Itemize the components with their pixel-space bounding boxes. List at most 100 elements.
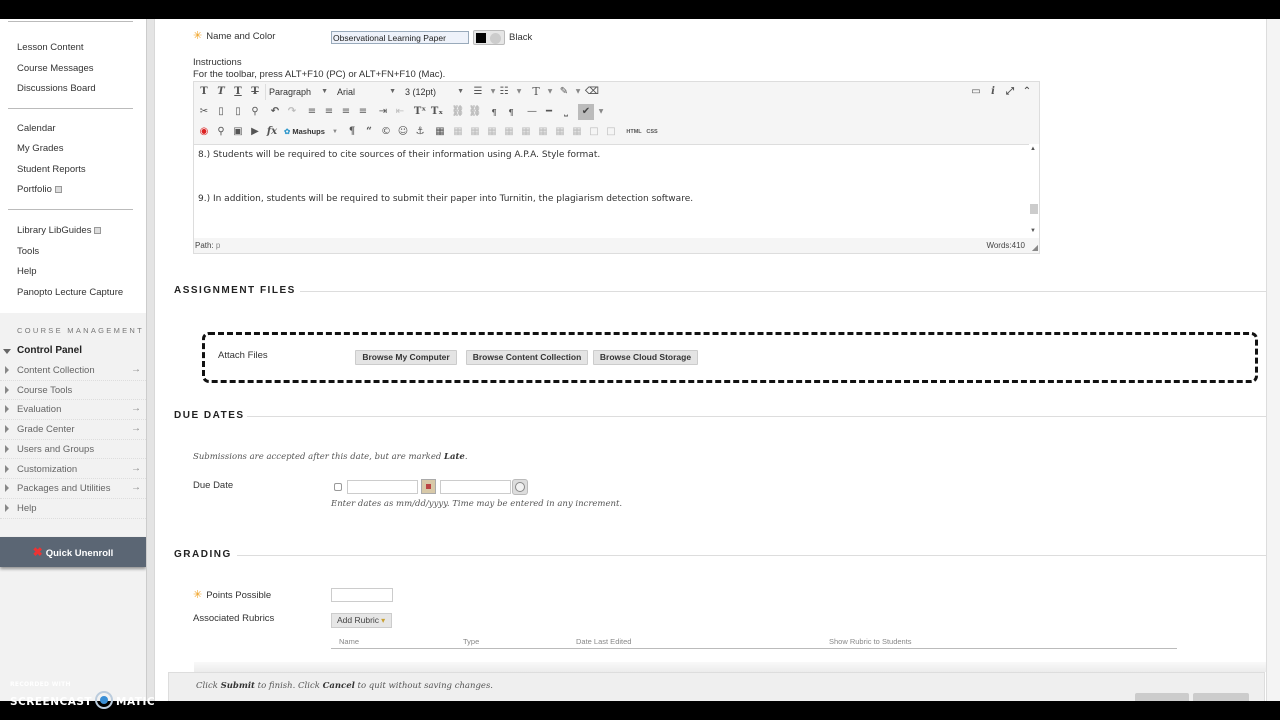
undo-icon[interactable]: ↶ bbox=[267, 104, 283, 120]
rubric-col-type[interactable]: Type bbox=[463, 637, 479, 646]
eraser-icon[interactable]: ⌫ bbox=[584, 84, 600, 100]
align-left-icon[interactable]: ≡ bbox=[304, 104, 320, 120]
paragraph-mark-icon[interactable]: ¶ bbox=[344, 124, 360, 140]
justify-icon[interactable]: ≡ bbox=[355, 104, 371, 120]
rubric-col-name[interactable]: Name bbox=[339, 637, 359, 646]
fullscreen-icon[interactable]: ⤢ bbox=[1002, 84, 1018, 100]
browse-cloud-storage-button[interactable]: Browse Cloud Storage bbox=[593, 350, 698, 365]
rtl-icon[interactable]: ¶ bbox=[503, 104, 519, 120]
align-center-icon[interactable]: ≡ bbox=[321, 104, 337, 120]
arrow-right-icon[interactable]: → bbox=[131, 423, 141, 434]
unlink-icon[interactable]: ⛓ bbox=[467, 104, 483, 120]
nav-library-libguides[interactable]: Library LibGuides bbox=[17, 225, 102, 236]
collapse-toolbar-icon[interactable]: ⌃ bbox=[1019, 84, 1035, 100]
caret-icon[interactable]: ▼ bbox=[511, 84, 527, 100]
copy-icon[interactable]: ▯ bbox=[213, 104, 229, 120]
anchor-icon[interactable]: ⚓ bbox=[412, 124, 428, 140]
subscript-icon[interactable]: Tₓ bbox=[429, 104, 445, 120]
name-input[interactable] bbox=[331, 31, 469, 44]
cm-item-customization[interactable]: Customization → bbox=[0, 460, 146, 480]
strikethrough-icon[interactable]: T bbox=[247, 84, 263, 100]
emoticon-icon[interactable]: ☺ bbox=[395, 124, 411, 140]
arrow-right-icon[interactable]: → bbox=[131, 364, 141, 375]
indent-icon[interactable]: ⇥ bbox=[375, 104, 391, 120]
nav-student-reports[interactable]: Student Reports bbox=[17, 164, 86, 175]
horizontal-rule-icon[interactable]: — bbox=[524, 104, 540, 120]
expand-triangle-icon[interactable] bbox=[5, 385, 9, 394]
nonbreaking-space-icon[interactable]: ⎵ bbox=[558, 104, 574, 120]
html-source-button[interactable]: HTML bbox=[624, 124, 644, 140]
preview-monitor-icon[interactable]: ▭ bbox=[968, 84, 984, 100]
nav-course-messages[interactable]: Course Messages bbox=[17, 63, 94, 74]
quick-unenroll-button[interactable]: ✖ Quick Unenroll bbox=[0, 537, 146, 567]
numbered-list-icon[interactable]: ☷ bbox=[496, 84, 512, 100]
browse-my-computer-button[interactable]: Browse My Computer bbox=[355, 350, 457, 365]
editor-content[interactable]: 8.) Students will be required to cite so… bbox=[194, 144, 1029, 238]
arrow-right-icon[interactable]: → bbox=[131, 403, 141, 414]
size-select[interactable]: 3 (12pt) ▼ bbox=[402, 84, 468, 100]
delete-row-icon[interactable]: ▦ bbox=[518, 124, 534, 140]
resize-grip-icon[interactable]: ◢ bbox=[1032, 243, 1038, 252]
record-icon[interactable]: ◉ bbox=[196, 124, 212, 140]
calendar-icon[interactable] bbox=[421, 479, 436, 494]
page-scrollbar[interactable] bbox=[1266, 19, 1280, 701]
scroll-up-icon[interactable]: ▲ bbox=[1030, 146, 1036, 152]
insert-row-before-icon[interactable]: ▦ bbox=[484, 124, 500, 140]
insert-row-after-icon[interactable]: ▦ bbox=[501, 124, 517, 140]
insert-col-before-icon[interactable]: ▦ bbox=[535, 124, 551, 140]
link-icon[interactable]: ⛓ bbox=[450, 104, 466, 120]
superscript-icon[interactable]: Tˣ bbox=[412, 104, 428, 120]
align-right-icon[interactable]: ≡ bbox=[338, 104, 354, 120]
table-icon[interactable]: ▦ bbox=[432, 124, 448, 140]
add-rubric-button[interactable]: Add Rubric ▾ bbox=[331, 613, 392, 628]
color-picker[interactable] bbox=[473, 30, 505, 45]
expand-triangle-icon[interactable] bbox=[5, 444, 9, 453]
image-icon[interactable]: ▣ bbox=[230, 124, 246, 140]
clock-icon[interactable] bbox=[512, 479, 528, 495]
nav-discussions-board[interactable]: Discussions Board bbox=[17, 83, 96, 94]
expand-triangle-icon[interactable] bbox=[5, 405, 9, 414]
blockquote-icon[interactable]: “ bbox=[361, 124, 377, 140]
expand-triangle-icon[interactable] bbox=[5, 464, 9, 473]
nav-panopto[interactable]: Panopto Lecture Capture bbox=[17, 287, 123, 298]
path-value[interactable]: p bbox=[216, 241, 220, 250]
control-panel-title[interactable]: Control Panel bbox=[17, 345, 82, 356]
nav-my-grades[interactable]: My Grades bbox=[17, 143, 63, 154]
due-time-input[interactable] bbox=[440, 480, 511, 494]
nav-portfolio[interactable]: Portfolio bbox=[17, 184, 62, 195]
table-row-props-icon[interactable]: ▦ bbox=[450, 124, 466, 140]
italic-icon[interactable]: T bbox=[213, 84, 229, 100]
nav-lesson-content[interactable]: Lesson Content bbox=[17, 42, 84, 53]
table-cell-props-icon[interactable]: ▦ bbox=[467, 124, 483, 140]
rubric-col-date-last-edited[interactable]: Date Last Edited bbox=[576, 637, 631, 646]
expand-triangle-icon[interactable] bbox=[5, 484, 9, 493]
scroll-down-icon[interactable]: ▼ bbox=[1030, 228, 1036, 234]
cm-item-help[interactable]: Help bbox=[0, 499, 146, 519]
redo-icon[interactable]: ↷ bbox=[284, 104, 300, 120]
points-possible-input[interactable] bbox=[331, 588, 393, 602]
merge-cells-icon[interactable]: □ bbox=[603, 124, 619, 140]
underline-icon[interactable]: T bbox=[230, 84, 246, 100]
expand-triangle-icon[interactable] bbox=[5, 366, 9, 374]
collapse-triangle-icon[interactable] bbox=[3, 349, 11, 354]
paste-icon[interactable]: ▯ bbox=[230, 104, 246, 120]
browse-content-collection-button[interactable]: Browse Content Collection bbox=[466, 350, 588, 365]
media-icon[interactable]: ▶ bbox=[247, 124, 263, 140]
spellcheck-icon[interactable]: ✔ bbox=[578, 104, 594, 120]
editor-scrollbar[interactable]: ▲ ▼ bbox=[1029, 144, 1039, 238]
arrow-right-icon[interactable]: → bbox=[131, 463, 141, 474]
cm-item-grade-center[interactable]: Grade Center → bbox=[0, 420, 146, 440]
bullet-list-icon[interactable]: ☰ bbox=[470, 84, 486, 100]
expand-triangle-icon[interactable] bbox=[5, 425, 9, 434]
nav-calendar[interactable]: Calendar bbox=[17, 123, 56, 134]
split-cells-icon[interactable]: □ bbox=[586, 124, 602, 140]
ltr-icon[interactable]: ¶ bbox=[486, 104, 502, 120]
cm-item-content-collection[interactable]: Content Collection → bbox=[0, 361, 146, 381]
nav-tools[interactable]: Tools bbox=[17, 246, 39, 257]
sidebar-splitter[interactable] bbox=[146, 19, 155, 701]
find-icon[interactable]: ⚲ bbox=[247, 104, 263, 120]
cm-item-packages-and-utilities[interactable]: Packages and Utilities → bbox=[0, 479, 146, 499]
due-date-input[interactable] bbox=[347, 480, 418, 494]
insert-col-after-icon[interactable]: ▦ bbox=[552, 124, 568, 140]
thick-rule-icon[interactable]: ━ bbox=[541, 104, 557, 120]
